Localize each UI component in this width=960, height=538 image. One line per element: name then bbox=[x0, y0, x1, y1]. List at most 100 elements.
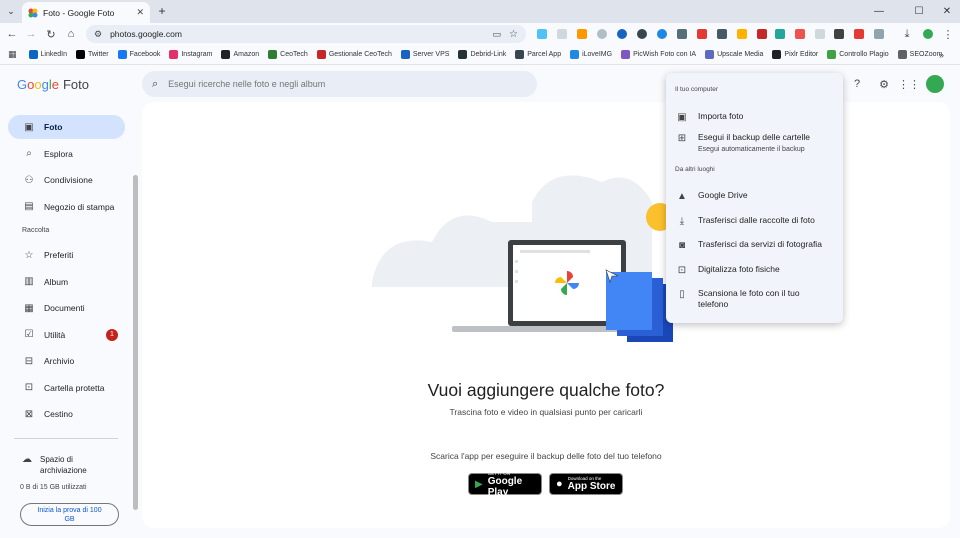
extension-icon[interactable] bbox=[677, 29, 687, 39]
back-icon[interactable]: ← bbox=[4, 26, 20, 42]
bookmark-item[interactable]: Facebook bbox=[117, 50, 160, 59]
new-tab-plus-icon[interactable]: + bbox=[155, 4, 169, 18]
google-apps-grid-icon[interactable]: ⋮⋮ bbox=[898, 76, 920, 92]
account-avatar[interactable] bbox=[926, 75, 944, 93]
reload-icon[interactable]: ↻ bbox=[43, 26, 59, 42]
help-icon[interactable]: ? bbox=[849, 76, 865, 92]
search-input[interactable] bbox=[168, 79, 527, 89]
menu-item[interactable]: ⊡ Digitalizza foto fisiche bbox=[666, 264, 843, 276]
extension-icon[interactable] bbox=[637, 29, 647, 39]
sidebar-item-esplora[interactable]: ⌕ Esplora bbox=[8, 142, 125, 166]
extension-icon[interactable] bbox=[775, 29, 785, 39]
bookmark-item[interactable]: Parcel App bbox=[515, 50, 561, 59]
search-bar[interactable]: ⌕ bbox=[142, 71, 537, 97]
extension-icon[interactable] bbox=[597, 29, 607, 39]
sidebar-divider bbox=[14, 438, 118, 439]
bookmark-item[interactable]: iLoveIMG bbox=[570, 50, 612, 59]
menu-item-label: Scansiona le foto con il tuo telefono bbox=[698, 288, 800, 309]
search-icon[interactable]: ⌕ bbox=[152, 78, 158, 91]
trial-button[interactable]: Inizia la prova di 100 GB bbox=[20, 503, 119, 526]
address-bar[interactable]: ⚙ photos.google.com ▭ ☆ bbox=[86, 25, 526, 43]
bookmark-item[interactable]: Upscale Media bbox=[705, 50, 763, 59]
upload-menu: Il tuo computer Da altri luoghi ▣ Importa… bbox=[666, 73, 843, 323]
bookmark-star-icon[interactable]: ☆ bbox=[509, 29, 518, 40]
browser-tab[interactable]: Foto - Google Foto ✕ bbox=[22, 2, 150, 23]
sidebar: ▣ Foto ⌕ Esplora ⚇ Condivisione ▤ Negozio di st… bbox=[0, 113, 135, 538]
sidebar-scrollbar[interactable] bbox=[133, 175, 138, 510]
extension-icon[interactable] bbox=[737, 29, 747, 39]
site-info-icon[interactable]: ⚙ bbox=[94, 29, 102, 40]
storage-item[interactable]: ☁ Spazio di archiviazione bbox=[22, 454, 122, 476]
cast-icon[interactable]: ▭ bbox=[493, 29, 502, 40]
bookmark-item[interactable]: PicWish Foto con IA bbox=[621, 50, 696, 59]
sidebar-item-documenti[interactable]: ▦ Documenti bbox=[8, 296, 125, 320]
forward-icon[interactable]: → bbox=[23, 26, 39, 42]
bookmark-item[interactable]: Amazon bbox=[221, 50, 259, 59]
profile-avatar[interactable] bbox=[923, 29, 933, 39]
menu-item[interactable]: ▯ Scansiona le foto con il tuo telefono bbox=[666, 288, 843, 310]
bookmark-label: CeoTech bbox=[280, 51, 308, 58]
close-window-icon[interactable]: ✕ bbox=[936, 3, 958, 19]
extension-icon[interactable] bbox=[617, 29, 627, 39]
sidebar-item-utilit-[interactable]: ☑ Utilità 1 bbox=[8, 323, 125, 347]
sidebar-item-preferiti[interactable]: ☆ Preferiti bbox=[8, 243, 125, 267]
extension-icon[interactable] bbox=[577, 29, 587, 39]
app-store-button[interactable]: ● Download on the App Store bbox=[549, 473, 623, 495]
bookmark-item[interactable]: Twitter bbox=[75, 50, 109, 59]
download-icon[interactable]: ⤓ bbox=[899, 26, 915, 42]
bookmark-item[interactable]: Controllo Plagio bbox=[827, 50, 889, 59]
bookmark-label: Gestionale CeoTech bbox=[328, 51, 392, 58]
sidebar-item-label: Archivio bbox=[44, 356, 75, 366]
maximize-icon[interactable]: ☐ bbox=[908, 3, 930, 19]
lock-folder-icon: ⊡ bbox=[24, 382, 34, 393]
sidebar-item-cestino[interactable]: ⊠ Cestino bbox=[8, 402, 125, 426]
bookmark-label: Server VPS bbox=[412, 51, 450, 58]
extension-icon[interactable] bbox=[697, 29, 707, 39]
extension-icon[interactable] bbox=[795, 29, 805, 39]
tab-list-chevron-icon[interactable]: ⌄ bbox=[4, 5, 18, 18]
sidebar-item-condivisione[interactable]: ⚇ Condivisione bbox=[8, 168, 125, 192]
extension-icon[interactable] bbox=[854, 29, 864, 39]
extension-icon[interactable] bbox=[815, 29, 825, 39]
menu-item[interactable]: ◙ Trasferisci da servizi di fotografia bbox=[666, 239, 843, 251]
bookmark-item[interactable]: Debrid-Link bbox=[458, 50, 506, 59]
app-download-text: Scarica l'app per eseguire il backup del… bbox=[430, 451, 662, 461]
bookmark-item[interactable]: Server VPS bbox=[400, 50, 450, 59]
sidebar-item-foto[interactable]: ▣ Foto bbox=[8, 115, 125, 139]
menu-item[interactable]: ▣ Importa foto bbox=[666, 111, 843, 123]
minimize-icon[interactable]: — bbox=[868, 3, 890, 19]
bookmark-item[interactable]: Pixlr Editor bbox=[772, 50, 818, 59]
google-photos-logo[interactable]: Google Foto bbox=[17, 77, 89, 92]
extension-icon[interactable] bbox=[717, 29, 727, 39]
extension-icon[interactable] bbox=[557, 29, 567, 39]
browser-menu-icon[interactable]: ⋮ bbox=[940, 26, 956, 42]
browser-toolbar: ← → ↻ ⌂ ⚙ photos.google.com ▭ ☆ ⤓ ⋮ bbox=[0, 23, 960, 45]
sidebar-item-archivio[interactable]: ⊟ Archivio bbox=[8, 349, 125, 373]
settings-gear-icon[interactable]: ⚙ bbox=[876, 76, 892, 92]
home-icon[interactable]: ⌂ bbox=[63, 26, 79, 42]
bookmark-item[interactable]: LinkedIn bbox=[28, 50, 67, 59]
sidebar-item-cartella-protetta[interactable]: ⊡ Cartella protetta bbox=[8, 376, 125, 400]
bookmark-item[interactable]: Gestionale CeoTech bbox=[316, 50, 392, 59]
extension-icon[interactable] bbox=[834, 29, 844, 39]
close-tab-icon[interactable]: ✕ bbox=[136, 7, 144, 18]
menu-item[interactable]: ⊞ Esegui il backup delle cartelle Esegui a… bbox=[666, 132, 843, 155]
bookmark-item[interactable]: SEOZoom bbox=[897, 50, 942, 59]
extension-icon[interactable] bbox=[537, 29, 547, 39]
menu-item[interactable]: ⤓ Trasferisci dalle raccolte di foto bbox=[666, 215, 843, 227]
menu-item[interactable]: ▲ Google Drive bbox=[666, 190, 843, 202]
sidebar-item-album[interactable]: ▥ Album bbox=[8, 270, 125, 294]
apps-grid-icon[interactable]: ▦ bbox=[8, 49, 17, 60]
sidebar-item-negozio-di-stampa[interactable]: ▤ Negozio di stampa bbox=[8, 195, 125, 219]
extension-icon[interactable] bbox=[757, 29, 767, 39]
sidebar-item-label: Album bbox=[44, 276, 69, 287]
empty-state-subline: Trascina foto e video in qualsiasi punto… bbox=[449, 407, 643, 417]
bookmark-item[interactable]: CeoTech bbox=[268, 50, 308, 59]
trash-icon: ⊠ bbox=[24, 408, 34, 420]
bookmark-item[interactable]: Instagram bbox=[169, 50, 212, 59]
more-bookmarks-icon[interactable]: » bbox=[939, 50, 944, 60]
url-text[interactable]: photos.google.com bbox=[110, 29, 484, 39]
extensions-puzzle-icon[interactable] bbox=[874, 29, 884, 39]
extension-icon[interactable] bbox=[657, 29, 667, 39]
google-play-button[interactable]: ▶ GET IT ON Google Play bbox=[468, 471, 542, 498]
